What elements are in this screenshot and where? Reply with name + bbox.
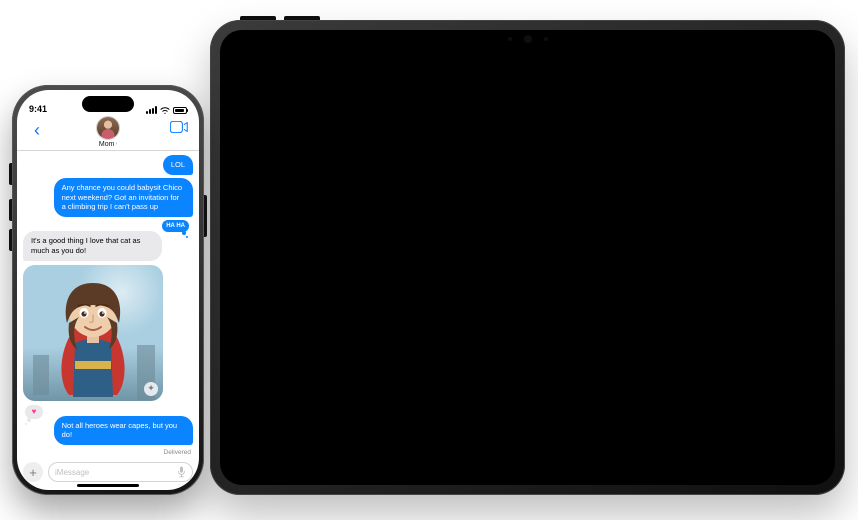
contact-avatar [97,117,119,139]
dynamic-island-icon [82,96,134,112]
contact-name: Mom [99,141,115,148]
status-right [146,106,187,114]
ipad-screen [220,30,835,485]
message-bubble: LOL [163,155,193,175]
tapback-haha-icon[interactable]: HA HA [162,220,189,232]
message-incoming[interactable]: It's a good thing I love that cat as muc… [23,231,193,261]
message-outgoing[interactable]: LOL [23,155,193,175]
tapback-heart-icon[interactable]: ♥ [25,405,43,419]
message-bubble: Any chance you could babysit Chico next … [54,178,193,217]
message-list[interactable]: LOL Any chance you could babysit Chico n… [17,151,199,458]
superhero-illustration-icon [23,265,163,401]
home-indicator[interactable] [77,484,139,487]
facetime-icon [170,121,188,133]
chevron-left-icon: ‹ [34,121,40,139]
apps-plus-button[interactable]: + [23,462,43,482]
message-bubble: Not all heroes wear capes, but you do! [54,416,193,446]
iphone-device: 9:41 ‹ Mom › [12,85,204,495]
contact-button[interactable]: Mom › [97,117,119,148]
conversation-header: ‹ Mom › [17,116,199,151]
iphone-screen: 9:41 ‹ Mom › [17,90,199,490]
battery-icon [173,107,187,114]
message-outgoing[interactable]: Any chance you could babysit Chico next … [23,178,193,217]
back-button[interactable]: ‹ [25,117,49,139]
image-info-button[interactable]: ✦ [144,382,158,396]
wifi-icon [160,106,170,114]
facetime-button[interactable] [167,117,191,133]
delivered-label: Delivered [164,449,191,456]
message-input[interactable]: iMessage [48,462,193,482]
cellular-icon [146,106,157,114]
message-image-attachment[interactable]: ✦ [23,265,163,401]
message-outgoing[interactable]: Not all heroes wear capes, but you do! [23,416,193,446]
ipad-device [210,20,845,495]
status-time: 9:41 [29,104,47,114]
ipad-camera-icon [524,35,532,43]
microphone-icon [177,466,186,478]
message-bubble: It's a good thing I love that cat as muc… [23,231,162,261]
chevron-right-icon: › [115,142,117,147]
message-input-placeholder: iMessage [55,468,89,477]
